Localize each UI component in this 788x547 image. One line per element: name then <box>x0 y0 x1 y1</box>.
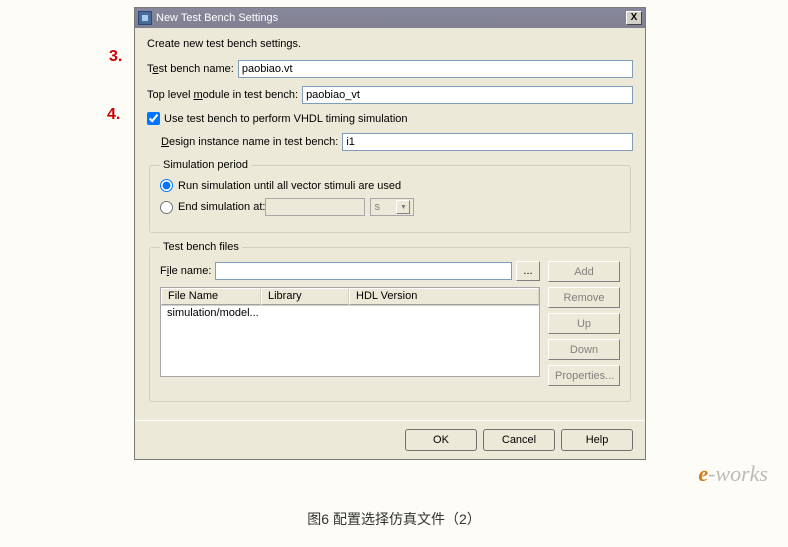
col-file-name[interactable]: File Name <box>161 288 261 305</box>
end-at-unit-dropdown: s ▼ <box>370 198 414 216</box>
annotation-4: 4. <box>107 106 120 124</box>
test-bench-name-input[interactable] <box>238 60 633 78</box>
design-instance-row: Design instance name in test bench: <box>161 133 633 151</box>
use-test-bench-checkbox[interactable] <box>147 112 160 125</box>
dialog-content: Create new test bench settings. Test ben… <box>135 28 645 420</box>
end-at-radio[interactable] <box>160 201 173 214</box>
cell-hdl-version <box>349 306 539 322</box>
annotation-3: 3. <box>109 48 122 66</box>
simulation-period-legend: Simulation period <box>160 159 251 171</box>
top-level-module-input[interactable] <box>302 86 633 104</box>
figure-caption: 图6 配置选择仿真文件（2） <box>0 509 788 529</box>
end-at-label: End simulation at: <box>178 201 265 213</box>
run-until-radio[interactable] <box>160 179 173 192</box>
cell-file-name: simulation/model... <box>161 306 261 322</box>
dialog-new-test-bench-settings: New Test Bench Settings X Create new tes… <box>134 7 646 460</box>
design-instance-label: Design instance name in test bench: <box>161 136 338 148</box>
up-button[interactable]: Up <box>548 313 620 334</box>
dialog-buttons: OK Cancel Help <box>135 420 645 459</box>
browse-button[interactable]: ... <box>516 261 540 281</box>
test-bench-files-legend: Test bench files <box>160 241 242 253</box>
titlebar: New Test Bench Settings X <box>135 8 645 28</box>
app-icon <box>138 11 152 25</box>
use-test-bench-label: Use test bench to perform VHDL timing si… <box>164 113 408 125</box>
watermark-rest: -works <box>708 461 768 486</box>
properties-button[interactable]: Properties... <box>548 365 620 386</box>
cancel-button[interactable]: Cancel <box>483 429 555 451</box>
test-bench-files-group: Test bench files File name: ... File Nam… <box>149 241 631 402</box>
watermark: e-works <box>698 461 768 487</box>
help-button[interactable]: Help <box>561 429 633 451</box>
top-level-module-label: Top level module in test bench: <box>147 89 298 101</box>
col-library[interactable]: Library <box>261 288 349 305</box>
chevron-down-icon: ▼ <box>396 200 410 214</box>
titlebar-text: New Test Bench Settings <box>156 12 626 24</box>
down-button[interactable]: Down <box>548 339 620 360</box>
ok-button[interactable]: OK <box>405 429 477 451</box>
files-table-header: File Name Library HDL Version <box>161 288 539 306</box>
instruction-text: Create new test bench settings. <box>147 38 633 50</box>
add-button[interactable]: Add <box>548 261 620 282</box>
close-button[interactable]: X <box>626 11 642 25</box>
end-at-value-input <box>265 198 365 216</box>
top-level-module-row: Top level module in test bench: <box>147 86 633 104</box>
simulation-period-group: Simulation period Run simulation until a… <box>149 159 631 233</box>
file-name-input[interactable] <box>215 262 512 280</box>
table-row[interactable]: simulation/model... <box>161 306 539 322</box>
file-name-label: File name: <box>160 265 211 277</box>
end-at-unit-value: s <box>374 201 380 213</box>
files-table: File Name Library HDL Version simulation… <box>160 287 540 377</box>
run-until-label: Run simulation until all vector stimuli … <box>178 180 401 192</box>
col-hdl-version[interactable]: HDL Version <box>349 288 539 305</box>
watermark-e: e <box>698 461 708 486</box>
end-at-radio-row: End simulation at: s ▼ <box>160 198 620 216</box>
cell-library <box>261 306 349 322</box>
use-test-bench-row: Use test bench to perform VHDL timing si… <box>147 112 633 125</box>
run-until-radio-row: Run simulation until all vector stimuli … <box>160 179 620 192</box>
test-bench-name-label: Test bench name: <box>147 63 234 75</box>
test-bench-name-row: Test bench name: <box>147 60 633 78</box>
remove-button[interactable]: Remove <box>548 287 620 308</box>
design-instance-input[interactable] <box>342 133 633 151</box>
